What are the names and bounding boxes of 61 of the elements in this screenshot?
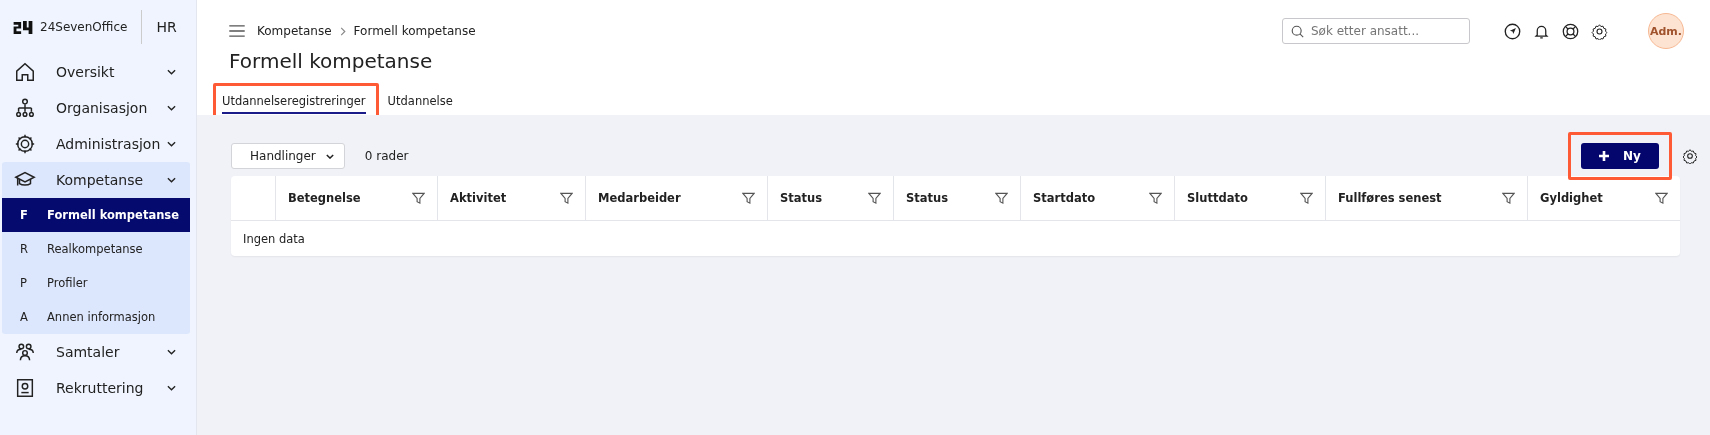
chevron-icon — [167, 141, 176, 147]
home-icon — [14, 61, 36, 83]
nav-item[interactable]: Rekruttering — [2, 370, 190, 406]
nav-item[interactable]: Oversikt — [2, 54, 190, 90]
hierarchy-icon — [14, 97, 36, 119]
column-header[interactable]: Status — [780, 191, 823, 205]
filter-icon[interactable] — [412, 191, 425, 205]
settings-icon[interactable] — [1591, 22, 1608, 40]
column-header[interactable]: Aktivitet — [450, 191, 507, 205]
people-icon — [14, 341, 36, 363]
column-header[interactable]: Fullføres senest — [1338, 191, 1442, 205]
sub-nav-item[interactable]: F Formell kompetanse — [2, 198, 190, 232]
column-header[interactable]: Sluttdato — [1187, 191, 1248, 205]
chevron-icon — [167, 177, 176, 183]
filter-icon[interactable] — [1502, 191, 1515, 205]
search-field[interactable]: Søk etter ansatt... — [1282, 18, 1470, 44]
filter-icon[interactable] — [560, 191, 573, 205]
menu-icon[interactable] — [229, 25, 245, 37]
filter-icon[interactable] — [742, 191, 755, 205]
empty-message: Ingen data — [243, 231, 305, 246]
brand-name: 24SevenOffice — [40, 20, 128, 34]
nav-item[interactable]: Samtaler — [2, 334, 190, 370]
logo-icon — [12, 19, 34, 35]
plus-icon — [1599, 151, 1610, 161]
tab[interactable]: Utdannelse — [387, 92, 453, 114]
chevron-right-icon — [339, 26, 346, 36]
chevron-icon — [167, 105, 176, 111]
id-badge-icon — [14, 377, 36, 399]
column-header[interactable]: Medarbeider — [598, 191, 681, 205]
filter-icon[interactable] — [1655, 191, 1668, 205]
module-name: HR — [156, 19, 177, 35]
column-header[interactable]: Status — [906, 191, 949, 205]
user-avatar[interactable]: Adm. — [1648, 13, 1684, 49]
filter-icon[interactable] — [995, 191, 1008, 205]
new-button[interactable]: Ny — [1581, 143, 1659, 169]
column-header[interactable]: Startdato — [1033, 191, 1096, 205]
filter-icon[interactable] — [868, 191, 881, 205]
breadcrumb-link[interactable]: Kompetanse — [257, 24, 332, 38]
chevron-icon — [167, 385, 176, 391]
search-icon — [1291, 25, 1304, 38]
sub-nav-item[interactable]: R Realkompetanse — [2, 232, 190, 266]
nav-item[interactable]: Administrasjon — [2, 126, 190, 162]
page-title: Formell kompetanse — [229, 49, 434, 73]
filter-icon[interactable] — [1300, 191, 1313, 205]
filter-icon[interactable] — [1149, 191, 1162, 205]
caret-icon — [325, 153, 334, 159]
sub-nav-item[interactable]: P Profiler — [2, 266, 190, 300]
sub-nav-item[interactable]: A Annen informasjon — [2, 300, 190, 334]
row-count: 0 rader — [364, 149, 409, 163]
nav-item[interactable]: Organisasjon — [2, 90, 190, 126]
lifebuoy-icon[interactable] — [1562, 22, 1579, 40]
actions-dropdown[interactable]: Handlinger — [231, 143, 345, 169]
column-header[interactable]: Betegnelse — [288, 191, 361, 205]
chevron-icon — [167, 349, 176, 355]
chevron-icon — [167, 69, 176, 75]
nav-item[interactable]: Kompetanse — [2, 162, 190, 198]
column-header[interactable]: Gyldighet — [1540, 191, 1603, 205]
gear-icon — [14, 133, 36, 155]
navigation-icon[interactable] — [1504, 22, 1521, 40]
settings-icon[interactable] — [1682, 148, 1698, 164]
breadcrumb-link[interactable]: Formell kompetanse — [353, 24, 476, 38]
